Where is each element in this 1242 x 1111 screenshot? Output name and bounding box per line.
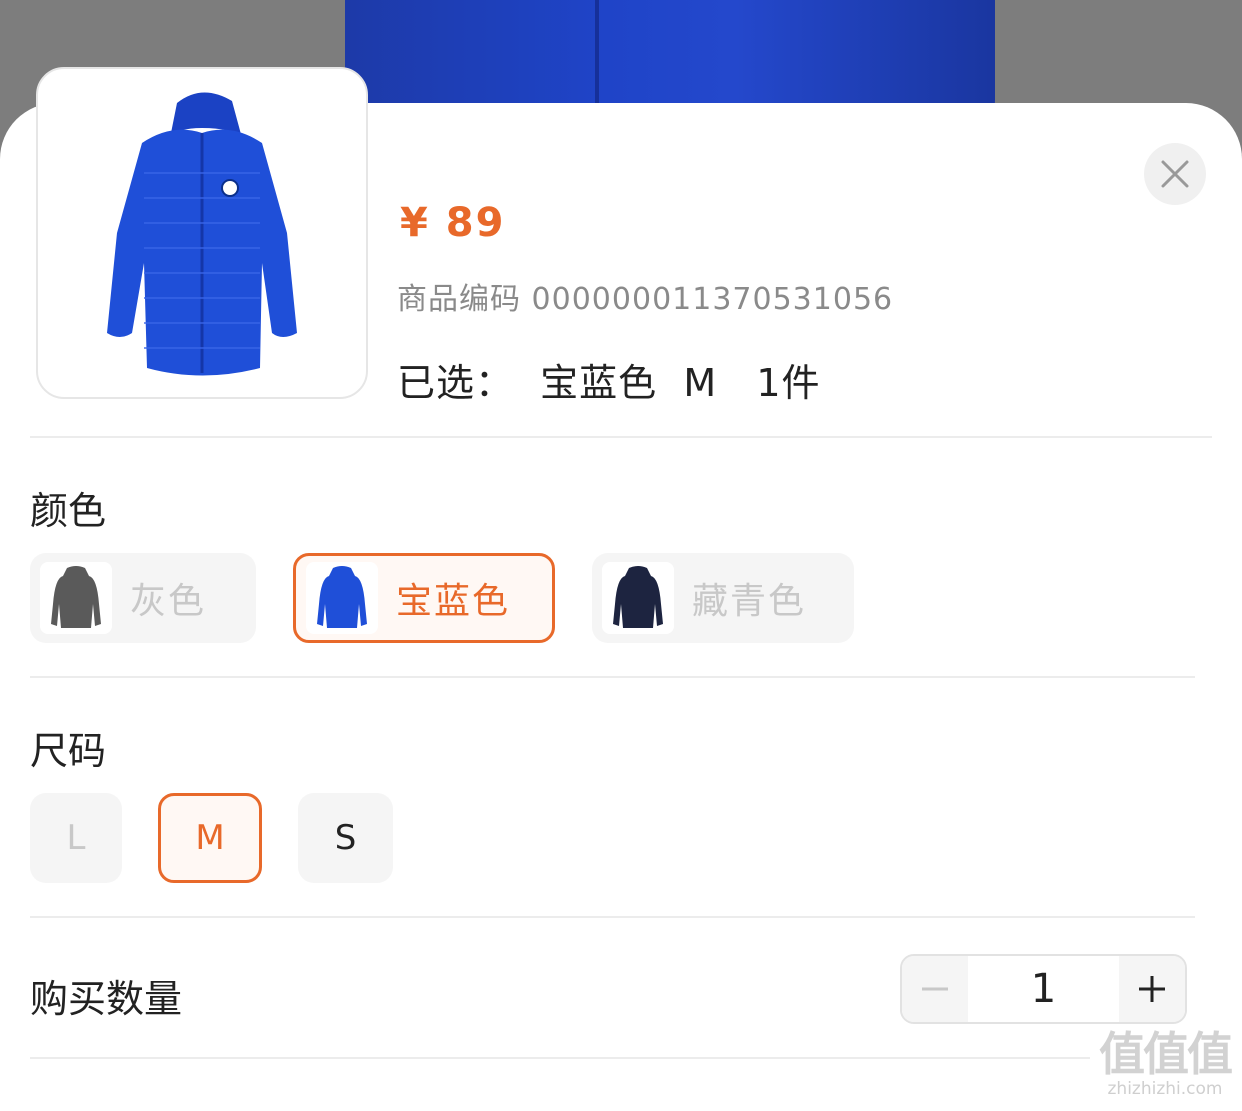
selected-summary: 已选： 宝蓝色 M 1件 [397, 361, 821, 405]
blue-jacket-image [107, 92, 297, 376]
size-option-m[interactable]: M [158, 793, 262, 883]
gray-jacket-thumbnail [40, 562, 112, 634]
size-section-title: 尺码 [30, 729, 107, 773]
divider [30, 436, 1212, 438]
watermark-domain: zhizhizhi.com [1107, 1079, 1223, 1099]
close-button[interactable] [1144, 143, 1206, 205]
sku-number: 000000011370531056 [531, 282, 894, 317]
increase-quantity-button[interactable] [1119, 956, 1185, 1022]
site-watermark: 值值值 zhizhizhi.com [1090, 1028, 1240, 1108]
color-option-label: 宝蓝色 [396, 581, 511, 622]
product-price: ¥ 89 [400, 200, 506, 246]
quantity-value[interactable]: 1 [968, 956, 1119, 1022]
color-option-label: 藏青色 [692, 581, 807, 622]
size-option-l[interactable]: L [30, 793, 122, 883]
plus-icon [1139, 976, 1165, 1002]
minus-icon [922, 987, 948, 991]
backdrop-jacket-image [345, 0, 995, 110]
sku-label: 商品编码 [397, 282, 521, 317]
color-option-navy[interactable]: 藏青色 [592, 553, 854, 643]
quantity-section-title: 购买数量 [30, 977, 183, 1021]
close-icon [1161, 160, 1189, 188]
color-option-royal-blue[interactable]: 宝蓝色 [293, 553, 555, 643]
color-option-gray[interactable]: 灰色 [30, 553, 256, 643]
size-option-s[interactable]: S [298, 793, 393, 883]
navy-jacket-thumbnail [602, 562, 674, 634]
decrease-quantity-button[interactable] [902, 956, 968, 1022]
watermark-logo: 值值值 [1099, 1027, 1233, 1081]
product-sku: 商品编码 000000011370531056 [397, 274, 893, 318]
divider [30, 1057, 1090, 1059]
color-option-label: 灰色 [130, 581, 207, 622]
color-section-title: 颜色 [30, 489, 107, 533]
quantity-stepper: 1 [900, 954, 1187, 1024]
divider [30, 676, 1195, 678]
product-thumbnail [36, 67, 368, 399]
blue-jacket-thumbnail [306, 562, 378, 634]
divider [30, 916, 1195, 918]
